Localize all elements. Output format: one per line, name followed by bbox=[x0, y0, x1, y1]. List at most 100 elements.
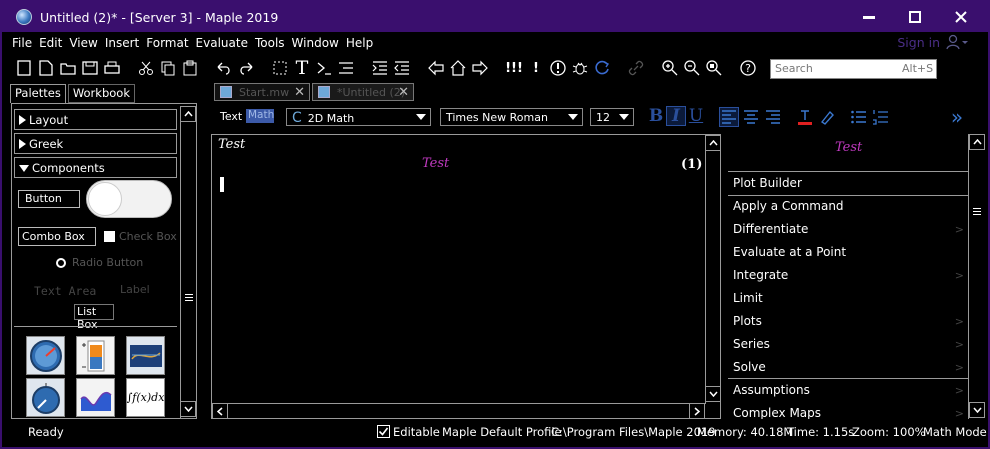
debug-button[interactable] bbox=[570, 58, 590, 78]
component-gauge[interactable] bbox=[26, 336, 65, 375]
component-list-box[interactable]: List Box bbox=[74, 304, 114, 331]
hyperlink-button[interactable] bbox=[626, 58, 646, 78]
bullet-list-button[interactable] bbox=[849, 107, 869, 127]
menu-view[interactable]: View bbox=[69, 36, 97, 50]
palette-section-components[interactable]: Components bbox=[14, 157, 177, 178]
scroll-right-button[interactable] bbox=[689, 403, 705, 419]
component-label[interactable]: Label bbox=[120, 283, 150, 296]
context-item-limit[interactable]: Limit bbox=[728, 287, 968, 310]
menu-file[interactable]: File bbox=[12, 36, 32, 50]
close-button[interactable] bbox=[938, 2, 984, 32]
close-tab-icon[interactable]: ✕ bbox=[294, 85, 305, 100]
scroll-left-button[interactable] bbox=[212, 403, 228, 419]
execute-worksheet-button[interactable]: !!! bbox=[504, 58, 524, 78]
zoom-reset-button[interactable] bbox=[704, 58, 724, 78]
redo-button[interactable] bbox=[236, 58, 256, 78]
minimize-button[interactable] bbox=[846, 2, 892, 32]
math-mode-toggle[interactable]: Math bbox=[246, 109, 274, 123]
component-check-box[interactable] bbox=[104, 231, 115, 242]
maximize-button[interactable] bbox=[892, 2, 938, 32]
open-button[interactable] bbox=[58, 58, 78, 78]
paste-button[interactable] bbox=[180, 58, 200, 78]
scroll-up-button[interactable] bbox=[180, 106, 196, 122]
menu-tools[interactable]: Tools bbox=[255, 36, 285, 50]
menu-evaluate[interactable]: Evaluate bbox=[196, 36, 248, 50]
doc-input-text[interactable]: Test bbox=[218, 137, 245, 152]
context-item-plot-builder[interactable]: Plot Builder bbox=[728, 172, 968, 195]
scroll-down-button[interactable] bbox=[705, 386, 721, 402]
component-radio-button[interactable] bbox=[56, 258, 66, 268]
context-item-evaluate-point[interactable]: Evaluate at a Point bbox=[728, 241, 968, 264]
menu-insert[interactable]: Insert bbox=[105, 36, 139, 50]
font-size-dropdown[interactable]: 12 bbox=[590, 108, 634, 126]
component-button[interactable]: Button bbox=[18, 190, 80, 208]
context-panel-scrollbar[interactable] bbox=[968, 134, 985, 419]
scroll-up-button[interactable] bbox=[969, 134, 985, 150]
close-tab-icon[interactable]: ✕ bbox=[398, 85, 409, 100]
forward-button[interactable] bbox=[470, 58, 490, 78]
menu-window[interactable]: Window bbox=[292, 36, 339, 50]
insert-text-region-button[interactable] bbox=[270, 58, 290, 78]
context-item-solve[interactable]: Solve > bbox=[728, 356, 968, 379]
context-item-assumptions[interactable]: Assumptions > bbox=[728, 379, 968, 402]
text-color-button[interactable] bbox=[795, 107, 815, 127]
document-horizontal-scrollbar[interactable] bbox=[212, 403, 706, 419]
component-combo-box[interactable]: Combo Box bbox=[18, 227, 96, 246]
align-left-button[interactable] bbox=[719, 107, 739, 127]
zoom-out-button[interactable] bbox=[682, 58, 702, 78]
menu-help[interactable]: Help bbox=[346, 36, 373, 50]
bold-button[interactable]: B bbox=[646, 106, 666, 126]
underline-button[interactable]: U bbox=[686, 106, 706, 126]
user-icon[interactable] bbox=[946, 34, 968, 50]
align-right-button[interactable] bbox=[763, 107, 783, 127]
numbered-list-button[interactable] bbox=[871, 107, 891, 127]
align-center-button[interactable] bbox=[741, 107, 761, 127]
outdent-button[interactable] bbox=[392, 58, 412, 78]
palette-scrollbar[interactable] bbox=[180, 106, 196, 418]
context-item-integrate[interactable]: Integrate > bbox=[728, 264, 968, 287]
component-dial[interactable] bbox=[26, 378, 65, 417]
component-integral[interactable]: ∫f(x)dx bbox=[126, 378, 165, 417]
interrupt-button[interactable] bbox=[548, 58, 568, 78]
doc-tab-untitled[interactable]: *Untitled (2) ✕ bbox=[312, 83, 414, 101]
tab-workbook[interactable]: Workbook bbox=[67, 84, 135, 103]
math-mode-button[interactable] bbox=[314, 58, 334, 78]
style-dropdown[interactable]: C 2D Math bbox=[286, 108, 431, 126]
text-mode-toggle[interactable]: Text bbox=[220, 110, 242, 123]
sign-in-link[interactable]: Sign in bbox=[897, 35, 940, 50]
copy-button[interactable] bbox=[158, 58, 178, 78]
editable-checkbox[interactable] bbox=[377, 425, 390, 438]
restart-button[interactable] bbox=[592, 58, 612, 78]
context-item-series[interactable]: Series > bbox=[728, 333, 968, 356]
component-plot[interactable] bbox=[126, 336, 165, 375]
component-math-container[interactable] bbox=[76, 378, 115, 417]
equation-label[interactable]: (1) bbox=[681, 157, 702, 172]
zoom-in-button[interactable] bbox=[660, 58, 680, 78]
save-button[interactable] bbox=[80, 58, 100, 78]
scroll-down-button[interactable] bbox=[180, 401, 196, 417]
execution-group-button[interactable] bbox=[336, 58, 356, 78]
new-document-button[interactable] bbox=[14, 58, 34, 78]
context-item-differentiate[interactable]: Differentiate > bbox=[728, 218, 968, 241]
doc-tab-start[interactable]: Start.mw ✕ bbox=[214, 83, 310, 101]
component-toggle-button[interactable] bbox=[86, 180, 172, 218]
context-item-complex-maps[interactable]: Complex Maps > bbox=[728, 402, 968, 419]
print-button[interactable] bbox=[102, 58, 122, 78]
tab-palettes[interactable]: Palettes bbox=[10, 84, 66, 103]
new-worksheet-button[interactable] bbox=[36, 58, 56, 78]
execute-button[interactable]: ! bbox=[526, 58, 546, 78]
menu-edit[interactable]: Edit bbox=[39, 36, 62, 50]
expand-toolbar-button[interactable]: » bbox=[947, 105, 967, 129]
help-button[interactable]: ? bbox=[738, 58, 758, 78]
text-mode-button[interactable]: T bbox=[292, 57, 312, 79]
context-item-plots[interactable]: Plots > bbox=[728, 310, 968, 333]
cut-button[interactable] bbox=[136, 58, 156, 78]
home-button[interactable] bbox=[448, 58, 468, 78]
palette-section-layout[interactable]: Layout bbox=[14, 109, 177, 130]
undo-button[interactable] bbox=[214, 58, 234, 78]
menu-format[interactable]: Format bbox=[146, 36, 188, 50]
component-text-area[interactable]: Text Area bbox=[34, 284, 96, 298]
document-canvas[interactable]: Test Test (1) bbox=[211, 134, 721, 419]
scroll-down-button[interactable] bbox=[969, 402, 985, 418]
palette-section-greek[interactable]: Greek bbox=[14, 133, 177, 154]
